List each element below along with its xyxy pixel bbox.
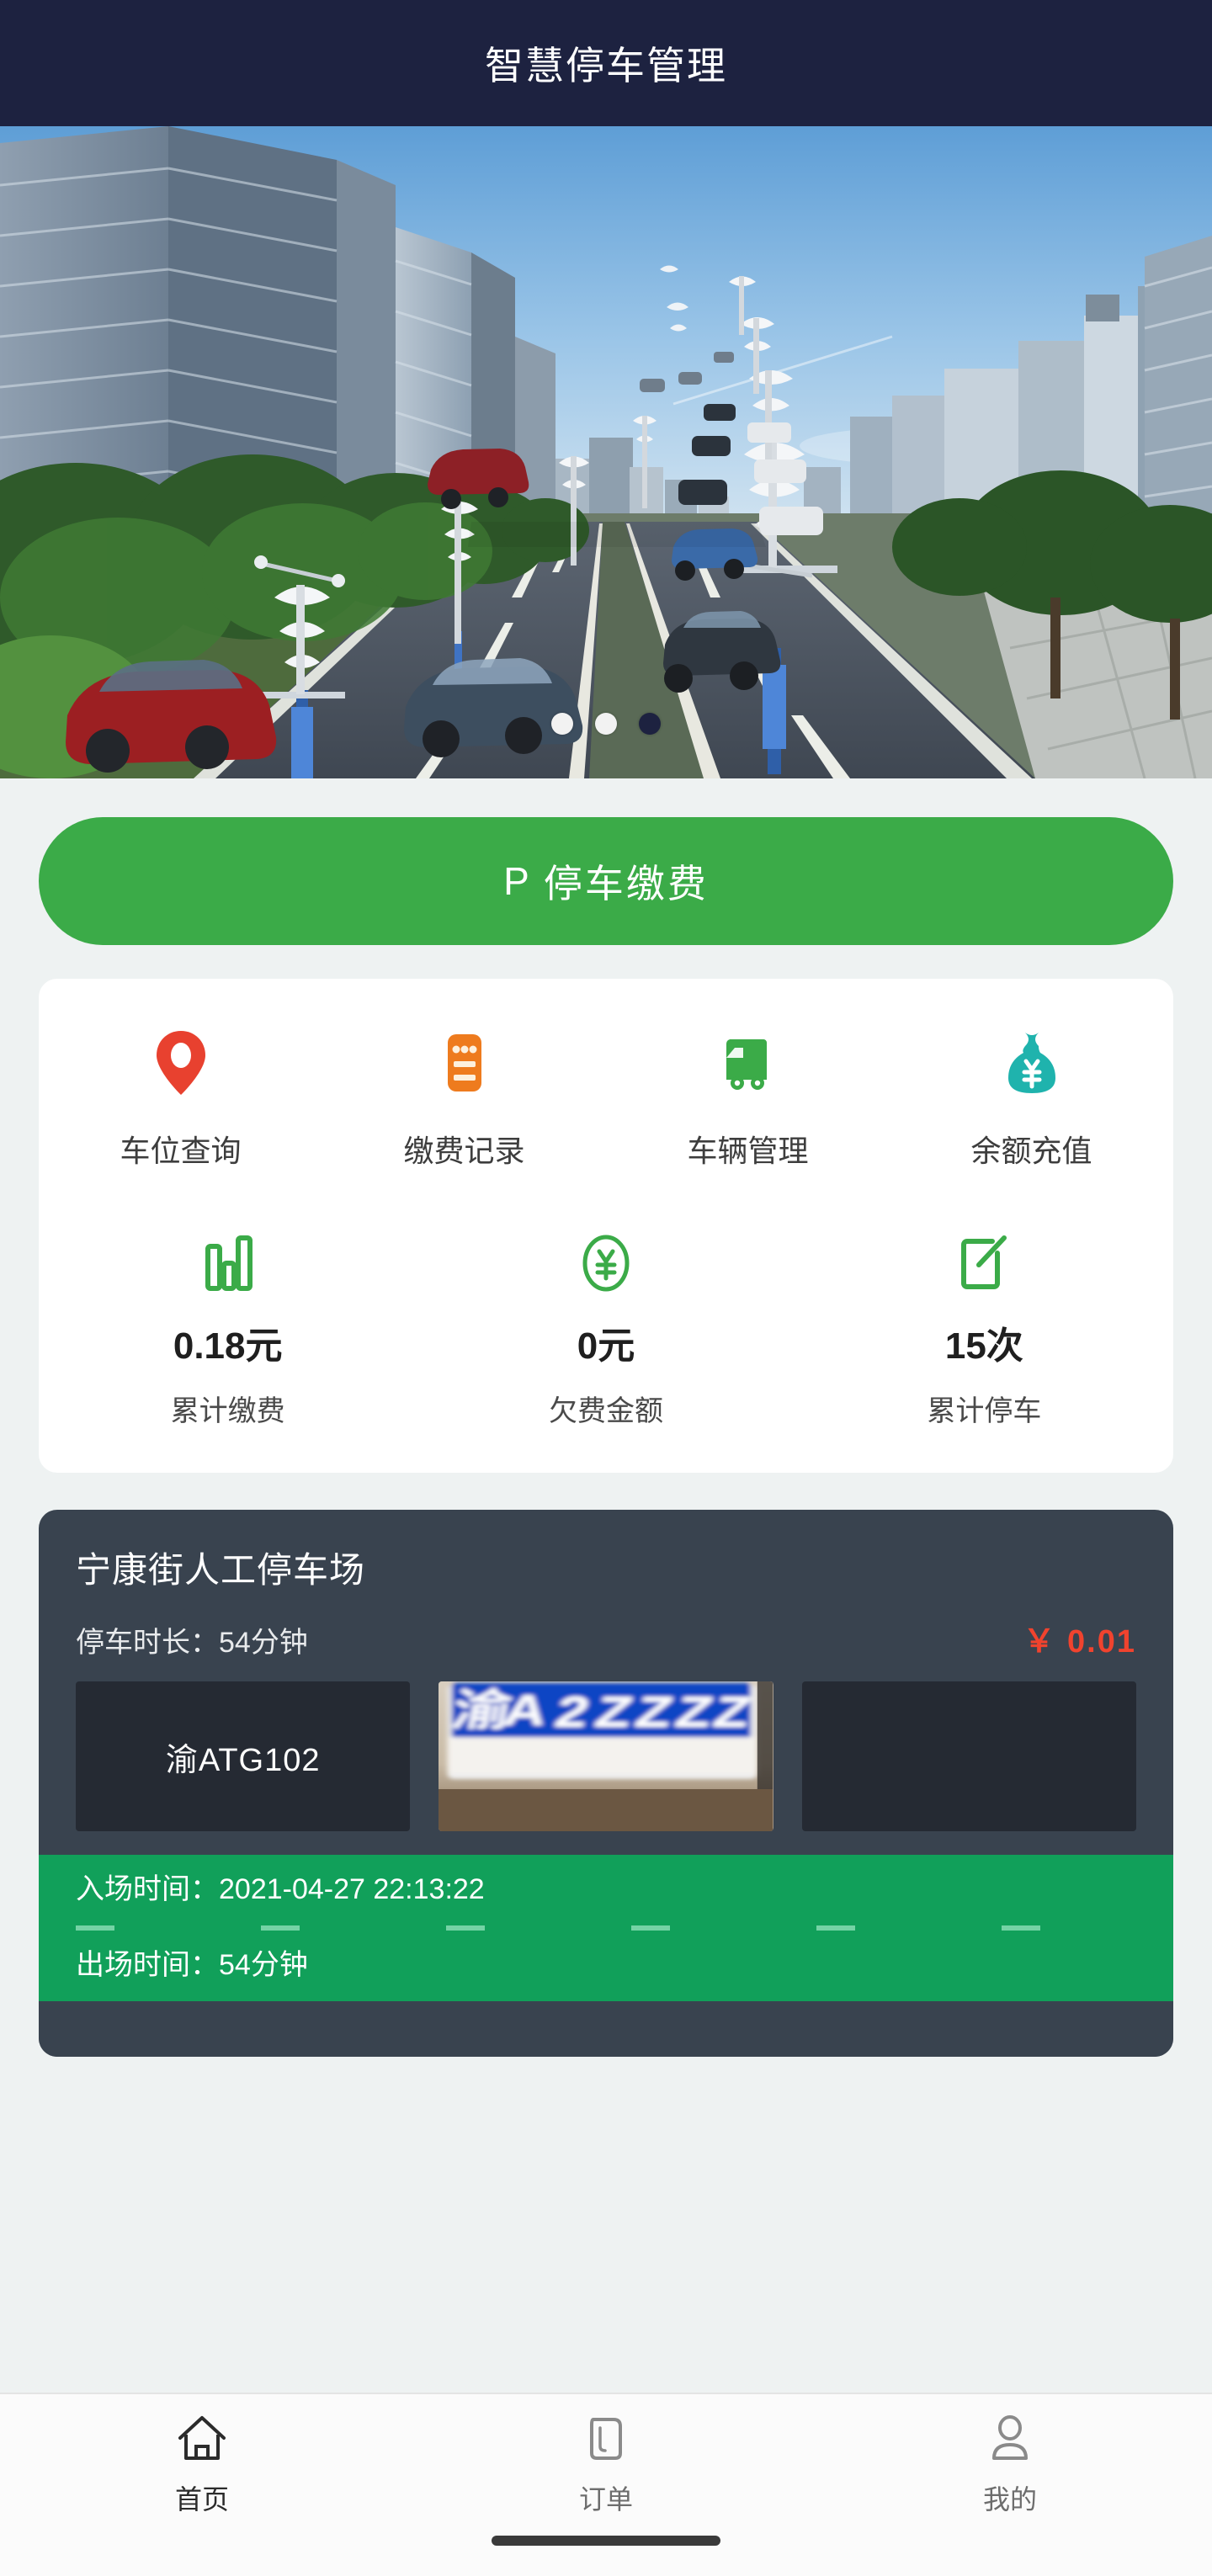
carousel-dot-3[interactable] <box>639 713 661 735</box>
parking-record-header: 宁康街人工停车场 停车时长：54分钟 ￥ 0.01 <box>39 1510 1173 1661</box>
app-header: 智慧停车管理 <box>0 0 1212 126</box>
stat-total-parkings: 15次 累计停车 <box>795 1231 1173 1429</box>
parking-lot-name: 宁康街人工停车场 <box>76 1550 366 1590</box>
tab-label: 首页 <box>174 2484 229 2515</box>
plate-number-box: 渝ATG102 <box>76 1681 411 1831</box>
app-screen: 智慧停车管理 P 停车缴费 车位查询 缴费记录 车辆管理 余额充值 0.18元 … <box>0 0 1212 2576</box>
page-title: 智慧停车管理 <box>485 44 727 88</box>
banner-image <box>0 126 1212 778</box>
stat-total-paid: 0.18元 累计缴费 <box>39 1231 417 1429</box>
exit-time: 出场时间：54分钟 <box>76 1949 308 1981</box>
tab-home[interactable]: 首页 <box>0 2413 404 2517</box>
bottom-navigation: 首页 订单 我的 <box>0 2393 1212 2536</box>
quick-action-parking-query[interactable]: 车位查询 <box>39 1028 322 1171</box>
quick-action-label: 缴费记录 <box>403 1134 525 1168</box>
plate-photo-placeholder <box>801 1681 1136 1831</box>
stat-value: 0.18元 <box>173 1325 283 1367</box>
parking-duration: 停车时长：54分钟 <box>76 1627 308 1659</box>
order-icon <box>580 2413 632 2465</box>
entry-time: 入场时间：2021-04-27 22:13:22 <box>76 1873 485 1905</box>
parking-duration-fee-row: 停车时长：54分钟 ￥ 0.01 <box>76 1615 1136 1661</box>
quick-action-label: 车位查询 <box>120 1134 242 1168</box>
record-card-icon <box>429 1028 500 1098</box>
banner-carousel[interactable] <box>0 126 1212 778</box>
home-icon <box>176 2413 228 2465</box>
parking-media-row: 渝ATG102 渝 A 2 Z Z Z Z <box>39 1661 1173 1831</box>
stat-value: 15次 <box>944 1325 1023 1367</box>
location-pin-icon <box>146 1028 216 1098</box>
quick-action-balance-topup[interactable]: 余额充值 <box>890 1028 1173 1171</box>
stat-outstanding-amount: 0元 欠费金额 <box>417 1231 795 1429</box>
stat-label: 累计停车 <box>927 1395 1042 1427</box>
edit-square-icon <box>954 1231 1014 1297</box>
plate-photo[interactable]: 渝 A 2 Z Z Z Z <box>439 1681 773 1831</box>
stat-label: 欠费金额 <box>548 1395 663 1427</box>
time-separator <box>76 1925 1136 1931</box>
bar-chart-icon <box>198 1231 258 1297</box>
parking-fee: ￥ 0.01 <box>1023 1624 1136 1660</box>
home-indicator[interactable] <box>492 2536 720 2546</box>
stat-value: 0元 <box>577 1325 635 1367</box>
quick-action-vehicle-management[interactable]: 车辆管理 <box>606 1028 890 1171</box>
quick-actions-row: 车位查询 缴费记录 车辆管理 余额充值 <box>39 1028 1173 1171</box>
stat-label: 累计缴费 <box>170 1395 285 1427</box>
money-bag-icon <box>997 1028 1067 1098</box>
plate-photo-image: 渝 A 2 Z Z Z Z <box>439 1681 773 1831</box>
pay-button-container: P 停车缴费 <box>0 778 1212 945</box>
tab-label: 我的 <box>982 2484 1037 2515</box>
tab-label: 订单 <box>578 2484 633 2515</box>
yuan-circle-icon <box>576 1231 636 1297</box>
parking-record-card[interactable]: 宁康街人工停车场 停车时长：54分钟 ￥ 0.01 渝ATG102 渝 A 2 … <box>39 1510 1173 2057</box>
parking-p-icon: P <box>503 859 532 903</box>
plate-number: 渝ATG102 <box>165 1742 321 1778</box>
quick-actions-card: 车位查询 缴费记录 车辆管理 余额充值 0.18元 累计缴费 0元 欠费金额 1… <box>39 979 1173 1473</box>
home-indicator-area <box>0 2536 1212 2576</box>
quick-action-payment-records[interactable]: 缴费记录 <box>322 1028 606 1171</box>
quick-action-label: 车辆管理 <box>687 1134 809 1168</box>
parking-time-section: 入场时间：2021-04-27 22:13:22 出场时间：54分钟 <box>39 1855 1173 2001</box>
carousel-dots[interactable] <box>0 713 1212 735</box>
parking-card-footer <box>39 2001 1173 2057</box>
tab-orders[interactable]: 订单 <box>404 2413 808 2517</box>
tab-profile[interactable]: 我的 <box>808 2413 1212 2517</box>
parking-payment-button[interactable]: P 停车缴费 <box>39 817 1173 945</box>
quick-action-label: 余额充值 <box>970 1134 1092 1168</box>
carousel-dot-1[interactable] <box>551 713 573 735</box>
truck-icon <box>713 1028 784 1098</box>
parking-payment-label: 停车缴费 <box>543 862 709 906</box>
stats-row: 0.18元 累计缴费 0元 欠费金额 15次 累计停车 <box>39 1231 1173 1429</box>
carousel-dot-2[interactable] <box>595 713 617 735</box>
person-icon <box>984 2413 1036 2465</box>
